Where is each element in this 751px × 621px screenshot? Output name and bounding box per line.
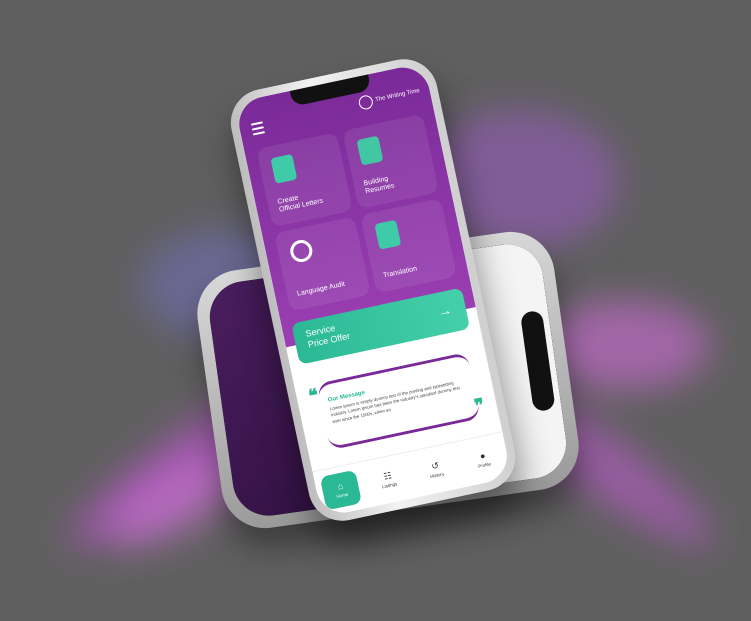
nav-label: Listings — [381, 481, 398, 490]
service-label: Building Resumes — [362, 175, 396, 196]
hamburger-menu-icon[interactable] — [250, 121, 266, 138]
service-label: Create Official Letters — [276, 194, 324, 214]
service-label: Translation — [382, 265, 418, 280]
history-icon: ↺ — [430, 460, 440, 472]
cta-label: Service Price Offer — [304, 322, 351, 350]
brand-name: The Writing Time — [374, 88, 421, 104]
list-icon: ☷ — [382, 470, 393, 482]
home-icon: ⌂ — [336, 480, 345, 492]
service-card-translation[interactable]: Translation — [360, 197, 457, 294]
service-card-language-audit[interactable]: Language Audit — [274, 216, 371, 312]
resume-icon — [356, 135, 384, 166]
document-pen-icon — [270, 153, 298, 184]
arrow-right-icon: → — [436, 301, 454, 320]
nav-home[interactable]: ⌂ Home — [319, 469, 363, 511]
translation-icon — [374, 219, 402, 250]
nav-listings[interactable]: ☷ Listings — [367, 460, 409, 501]
profile-icon: ● — [478, 450, 487, 462]
services-grid: Create Official Letters Building Resumes… — [256, 113, 457, 312]
service-card-official-letters[interactable]: Create Official Letters — [256, 132, 354, 228]
nav-history[interactable]: ↺ History — [415, 449, 457, 490]
nav-label: History — [429, 471, 445, 480]
brand-logo-icon — [357, 94, 374, 111]
open-quote-icon: ❝ — [306, 384, 321, 407]
service-label: Language Audit — [296, 281, 346, 299]
brand: The Writing Time — [357, 84, 421, 111]
magnifier-document-icon — [288, 238, 315, 265]
nav-label: Home — [335, 491, 349, 500]
service-card-resumes[interactable]: Building Resumes — [342, 113, 440, 210]
nav-profile[interactable]: ● Profile — [462, 439, 504, 480]
nav-label: Profile — [477, 461, 492, 469]
